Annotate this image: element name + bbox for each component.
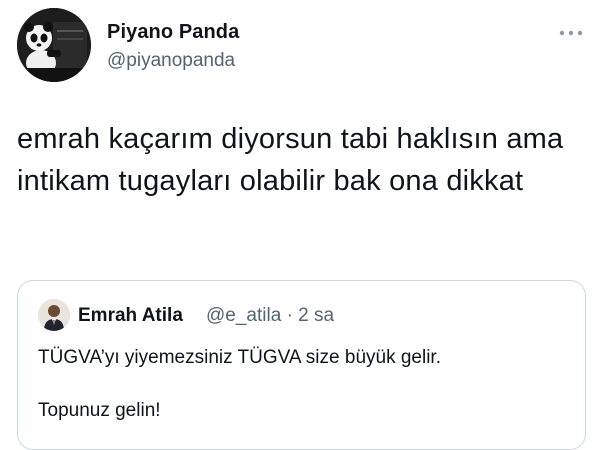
- quoted-author-avatar[interactable]: [38, 299, 70, 331]
- quoted-author-handle[interactable]: @e_atila: [206, 305, 281, 326]
- author-avatar[interactable]: [17, 8, 91, 82]
- author-handle[interactable]: @piyanopanda: [107, 50, 235, 72]
- quoted-tweet-text-line1: TÜGVA’yı yiyemezsiniz TÜGVA size büyük g…: [38, 347, 441, 368]
- quoted-author-name[interactable]: Emrah Atila: [78, 305, 183, 327]
- user-photo-icon: [38, 299, 70, 331]
- author-name[interactable]: Piyano Panda: [107, 21, 239, 44]
- quoted-tweet-text-line2: Topunuz gelin!: [38, 400, 161, 421]
- more-button[interactable]: [556, 22, 586, 44]
- tweet-text: emrah kaçarım diyorsun tabi haklısın ama…: [17, 123, 564, 197]
- more-dots-icon: [559, 30, 583, 36]
- quoted-tweet-time[interactable]: 2 sa: [298, 305, 334, 326]
- quoted-tweet[interactable]: Emrah Atila @e_atila · 2 sa TÜGVA’yı yiy…: [17, 280, 586, 450]
- meta-separator: ·: [286, 305, 293, 326]
- panda-avatar-icon: [17, 8, 91, 82]
- quoted-tweet-meta: @e_atila · 2 sa: [206, 305, 334, 327]
- tweet-card: Piyano Panda @piyanopanda emrah kaçarım …: [0, 0, 600, 450]
